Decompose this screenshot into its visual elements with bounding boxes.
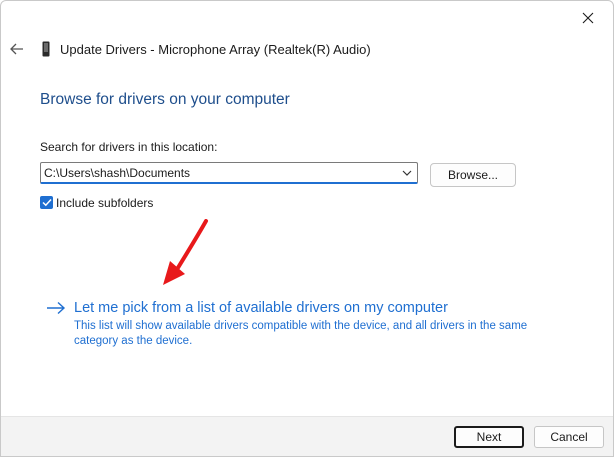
chevron-down-icon[interactable] — [401, 167, 413, 179]
red-arrow-annotation-icon — [163, 219, 208, 285]
search-location-value: C:\Users\shash\Documents — [44, 166, 191, 180]
dialog-title: Update Drivers - Microphone Array (Realt… — [60, 42, 371, 57]
browse-button[interactable]: Browse... — [430, 163, 516, 187]
page-heading: Browse for drivers on your computer — [40, 91, 290, 108]
pick-driver-link-row[interactable]: Let me pick from a list of available dri… — [46, 298, 448, 318]
back-arrow-icon — [10, 43, 23, 55]
update-drivers-dialog: Update Drivers - Microphone Array (Realt… — [0, 0, 614, 457]
arrow-right-icon — [47, 301, 66, 315]
dialog-footer: Next Cancel — [1, 416, 613, 456]
checkmark-icon — [41, 198, 52, 207]
search-location-label: Search for drivers in this location: — [40, 140, 218, 154]
close-button[interactable] — [577, 7, 599, 29]
pick-driver-link[interactable]: Let me pick from a list of available dri… — [74, 300, 448, 316]
next-button[interactable]: Next — [454, 426, 524, 448]
pick-driver-description: This list will show available drivers co… — [74, 320, 528, 347]
cancel-button[interactable]: Cancel — [534, 426, 604, 448]
include-subfolders-checkbox[interactable] — [40, 196, 53, 209]
search-location-combobox[interactable]: C:\Users\shash\Documents — [40, 162, 418, 184]
close-icon — [582, 12, 594, 24]
back-button[interactable] — [7, 39, 27, 59]
include-subfolders-label[interactable]: Include subfolders — [56, 196, 153, 210]
device-icon — [42, 41, 50, 57]
